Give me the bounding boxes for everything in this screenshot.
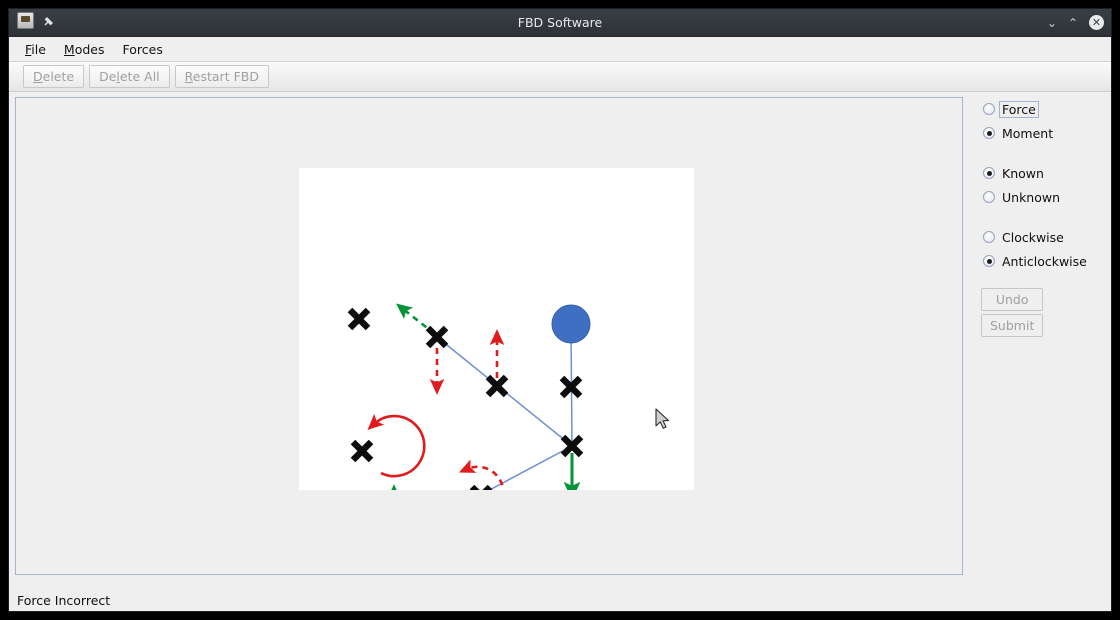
delete-all-pre: De [99, 69, 117, 84]
menu-item-forces[interactable]: Forces [115, 39, 171, 60]
radio-moment-indicator[interactable] [983, 127, 995, 139]
window-controls: ⌄ ⌃ ✕ [1047, 9, 1104, 36]
marker-x[interactable] [425, 325, 449, 349]
menu-modes-rest: odes [74, 41, 105, 57]
application-window: FBD Software ⌄ ⌃ ✕ File Modes Forces Del… [8, 8, 1112, 612]
submit-button[interactable]: Submit [981, 314, 1044, 337]
radio-option-clockwise[interactable]: Clockwise [983, 225, 1087, 249]
close-icon[interactable]: ✕ [1089, 15, 1104, 30]
restart-rest: estart FBD [192, 69, 259, 84]
window-title: FBD Software [517, 15, 603, 30]
radio-clockwise-label: Clockwise [1002, 229, 1064, 245]
radio-force-indicator[interactable] [983, 103, 995, 115]
diagram-sheet[interactable] [299, 168, 694, 490]
menu-bar: File Modes Forces [9, 37, 1111, 62]
moment-arc [367, 413, 426, 478]
radio-anticlockwise-label: Anticlockwise [1002, 253, 1087, 269]
radio-option-known[interactable]: Known [983, 161, 1060, 185]
delete-rest: elete [42, 69, 75, 84]
delete-all-button[interactable]: Delete All [89, 65, 170, 88]
status-message: Force Incorrect [17, 592, 111, 608]
status-bar: Force Incorrect [9, 589, 1111, 611]
body-links [436, 327, 573, 490]
restart-fbd-button[interactable]: Restart FBD [174, 65, 269, 88]
minimize-icon[interactable]: ⌄ [1047, 17, 1057, 29]
radio-option-anticlockwise[interactable]: Anticlockwise [983, 249, 1087, 273]
menu-item-file[interactable]: File [17, 39, 54, 60]
radio-known-label: Known [1002, 165, 1044, 181]
marker-x[interactable] [469, 484, 493, 490]
radio-anticlockwise-indicator[interactable] [983, 255, 995, 267]
radio-unknown-label: Unknown [1002, 189, 1061, 205]
options-panel: Force Moment Known Unknown Clockwise Ant… [971, 92, 1111, 597]
radio-group-direction: Clockwise Anticlockwise [983, 225, 1087, 273]
joint-circle[interactable] [551, 304, 591, 344]
tool-bar: Delete Delete All Restart FBD [9, 62, 1111, 92]
menu-file-rest: ile [31, 41, 46, 57]
radio-option-moment[interactable]: Moment [983, 121, 1053, 145]
maximize-icon[interactable]: ⌃ [1068, 17, 1078, 29]
moment-arc [458, 459, 505, 490]
restart-mnemonic: R [184, 69, 193, 84]
radio-unknown-indicator[interactable] [983, 191, 995, 203]
content-area: Force Moment Known Unknown Clockwise Ant… [9, 92, 1111, 597]
moment-unknown-anticlockwise[interactable] [458, 459, 505, 490]
undo-button[interactable]: Undo [981, 288, 1044, 311]
radio-option-unknown[interactable]: Unknown [983, 185, 1060, 209]
joint-markers [347, 307, 584, 490]
menu-item-modes[interactable]: Modes [56, 39, 113, 60]
menu-modes-mnemonic: M [63, 41, 75, 57]
delete-button[interactable]: Delete [23, 65, 85, 88]
panel-action-buttons: Undo Submit [981, 288, 1044, 337]
moment-known-anticlockwise[interactable] [367, 413, 426, 478]
radio-moment-label: Moment [1002, 125, 1054, 141]
radio-option-force[interactable]: Force [983, 97, 1053, 121]
radio-group-element-type: Force Moment [983, 97, 1053, 145]
radio-group-known-state: Known Unknown [983, 161, 1060, 209]
marker-x[interactable] [485, 374, 509, 398]
delete-mnemonic: D [33, 69, 43, 84]
radio-force-label: Force [999, 100, 1039, 118]
title-bar: FBD Software ⌄ ⌃ ✕ [9, 9, 1111, 37]
marker-x[interactable] [350, 439, 374, 463]
delete-all-rest: ete All [119, 69, 160, 84]
free-body-diagram [347, 303, 591, 490]
marker-x[interactable] [347, 307, 371, 331]
radio-known-indicator[interactable] [983, 167, 995, 179]
fbd-canvas[interactable] [15, 97, 963, 575]
radio-clockwise-indicator[interactable] [983, 231, 995, 243]
